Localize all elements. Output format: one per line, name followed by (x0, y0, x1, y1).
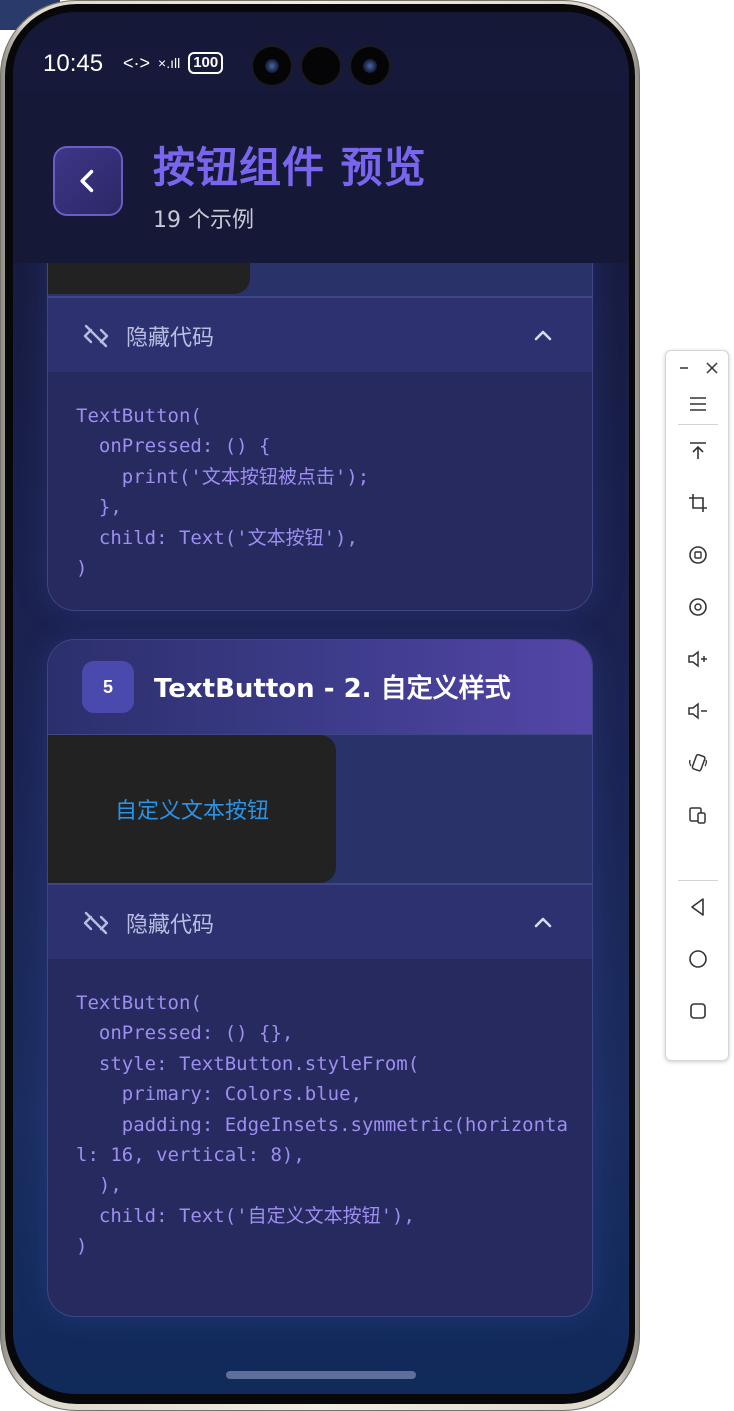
close-icon (706, 362, 718, 374)
preview-area (48, 263, 592, 296)
signal-icon: ×.ıll (158, 55, 181, 71)
example-index-badge: 5 (82, 661, 134, 713)
volume-down-button[interactable] (666, 691, 730, 731)
battery-icon: 100 (188, 52, 224, 74)
menu-button[interactable] (666, 384, 730, 424)
preview-box: 自定义文本按钮 (48, 735, 336, 883)
code-snippet: TextButton( onPressed: () {}, style: Tex… (76, 992, 568, 1258)
back-nav-button[interactable] (666, 887, 730, 927)
recent-apps-icon (690, 1003, 706, 1019)
code-off-icon (83, 324, 109, 348)
minimize-button[interactable] (672, 355, 696, 381)
status-icons: <·> ×.ıll 100 (123, 52, 224, 74)
phone-screen: 10:45 <·> ×.ıll 100 按钮组件 预览 19 个示例 隐藏代码 … (13, 12, 629, 1394)
back-button[interactable] (53, 146, 123, 216)
front-camera-secondary-icon (351, 47, 389, 85)
shake-button[interactable] (666, 743, 730, 783)
multi-screen-icon (689, 807, 706, 824)
recent-apps-button[interactable] (666, 991, 730, 1031)
app-header: 按钮组件 预览 19 个示例 (13, 92, 629, 263)
front-camera-icon (253, 47, 291, 85)
chevron-left-icon (80, 169, 94, 193)
preview-box (48, 263, 250, 294)
example-list[interactable]: 隐藏代码 TextButton( onPressed: () { print('… (13, 263, 629, 1394)
code-snippet: TextButton( onPressed: () { print('文本按钮被… (76, 405, 370, 580)
rotate-right-button[interactable] (666, 587, 730, 627)
hide-code-toggle[interactable]: 隐藏代码 (48, 885, 592, 959)
data-transfer-icon: <·> (123, 52, 151, 73)
chevron-up-icon (534, 330, 552, 341)
volume-down-icon (688, 702, 707, 720)
pin-top-icon (690, 442, 706, 459)
page-subtitle: 19 个示例 (153, 208, 254, 233)
close-button[interactable] (700, 355, 724, 381)
screenshot-button[interactable] (666, 483, 730, 523)
back-nav-icon (691, 898, 704, 916)
emulator-toolbar (665, 350, 729, 1061)
volume-up-button[interactable] (666, 639, 730, 679)
menu-icon (690, 397, 706, 411)
rotate-left-icon (689, 546, 707, 564)
card-header: 5 TextButton - 2. 自定义样式 (48, 640, 592, 734)
example-card: 隐藏代码 TextButton( onPressed: () { print('… (47, 263, 593, 611)
front-sensor-icon (302, 47, 340, 85)
home-nav-button[interactable] (666, 939, 730, 979)
hide-code-toggle[interactable]: 隐藏代码 (48, 298, 592, 372)
status-time: 10:45 (43, 50, 104, 77)
custom-text-button[interactable]: 自定义文本按钮 (48, 735, 336, 883)
shake-icon (689, 753, 707, 772)
home-indicator[interactable] (226, 1371, 416, 1379)
hide-code-label: 隐藏代码 (126, 913, 215, 938)
minimize-icon (680, 367, 688, 369)
toolbar-separator (678, 424, 718, 425)
code-off-icon (83, 911, 109, 935)
pin-top-button[interactable] (666, 431, 730, 471)
example-card: 5 TextButton - 2. 自定义样式 自定义文本按钮 隐藏代码 Tex… (47, 639, 593, 1317)
hide-code-label: 隐藏代码 (126, 326, 215, 351)
crop-icon (689, 494, 707, 512)
status-bar: 10:45 <·> ×.ıll 100 (13, 12, 629, 92)
toolbar-separator (678, 880, 718, 881)
volume-up-icon (688, 650, 707, 668)
preview-area: 自定义文本按钮 (48, 735, 592, 883)
rotate-right-icon (689, 598, 707, 616)
multi-screen-button[interactable] (666, 795, 730, 835)
card-title: TextButton - 2. 自定义样式 (154, 674, 511, 704)
chevron-up-icon (534, 917, 552, 928)
page-title: 按钮组件 预览 (153, 143, 427, 192)
home-nav-icon (689, 950, 707, 968)
rotate-left-button[interactable] (666, 535, 730, 575)
